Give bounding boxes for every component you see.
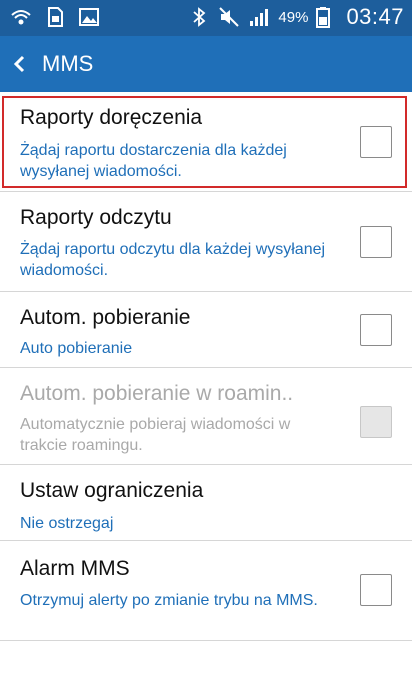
setting-set-limits[interactable]: Ustaw ograniczenia Nie ostrzegaj [0, 465, 412, 541]
back-arrow-icon [13, 55, 25, 73]
app-bar: MMS [0, 36, 412, 92]
battery-icon [316, 6, 338, 28]
image-icon [78, 6, 100, 28]
setting-subtitle: Otrzymuj alerty po zmianie trybu na MMS. [20, 592, 318, 609]
delivery-reports-checkbox[interactable] [360, 126, 392, 158]
setting-title: Autom. pobieranie [20, 306, 191, 329]
auto-retrieve-checkbox[interactable] [360, 314, 392, 346]
auto-retrieve-roaming-checkbox [360, 406, 392, 438]
setting-title: Alarm MMS [20, 557, 130, 580]
signal-icon [248, 6, 270, 28]
setting-delivery-reports[interactable]: Raporty doręczenia Żądaj raportu dostarc… [0, 92, 412, 192]
setting-subtitle: Nie ostrzegaj [20, 515, 114, 532]
setting-title: Raporty odczytu [20, 206, 172, 229]
mute-icon [218, 6, 240, 28]
setting-subtitle: Auto pobieranie [20, 340, 133, 357]
setting-subtitle: Żądaj raportu odczytu dla każdej wysyłan… [20, 241, 326, 279]
bluetooth-icon [188, 6, 210, 28]
settings-list: Raporty doręczenia Żądaj raportu dostarc… [0, 92, 412, 641]
setting-title: Raporty doręczenia [20, 106, 203, 129]
setting-subtitle: Żądaj raportu dostarczenia dla każdej wy… [20, 142, 287, 180]
battery-percent: 49% [278, 8, 309, 26]
setting-auto-retrieve[interactable]: Autom. pobieranie Auto pobieranie [0, 292, 412, 368]
status-bar: 49% 03:47 [0, 0, 412, 36]
read-reports-checkbox[interactable] [360, 226, 392, 258]
clock: 03:47 [346, 4, 404, 29]
setting-mms-alert[interactable]: Alarm MMS Otrzymuj alerty po zmianie try… [0, 541, 412, 641]
setting-title: Ustaw ograniczenia [20, 479, 204, 502]
mms-alert-checkbox[interactable] [360, 574, 392, 606]
wifi-call-icon [10, 6, 32, 28]
sim-icon [44, 6, 66, 28]
setting-auto-retrieve-roaming: Autom. pobieranie w roamin.. Automatyczn… [0, 368, 412, 465]
notification-icons [10, 6, 100, 28]
setting-read-reports[interactable]: Raporty odczytu Żądaj raportu odczytu dl… [0, 192, 412, 292]
setting-subtitle: Automatycznie pobieraj wiadomości w trak… [20, 416, 291, 454]
back-button[interactable] [0, 36, 40, 92]
page-title: MMS [42, 51, 94, 76]
system-icons: 49% 03:47 [188, 4, 404, 30]
setting-title: Autom. pobieranie w roamin.. [20, 382, 294, 405]
